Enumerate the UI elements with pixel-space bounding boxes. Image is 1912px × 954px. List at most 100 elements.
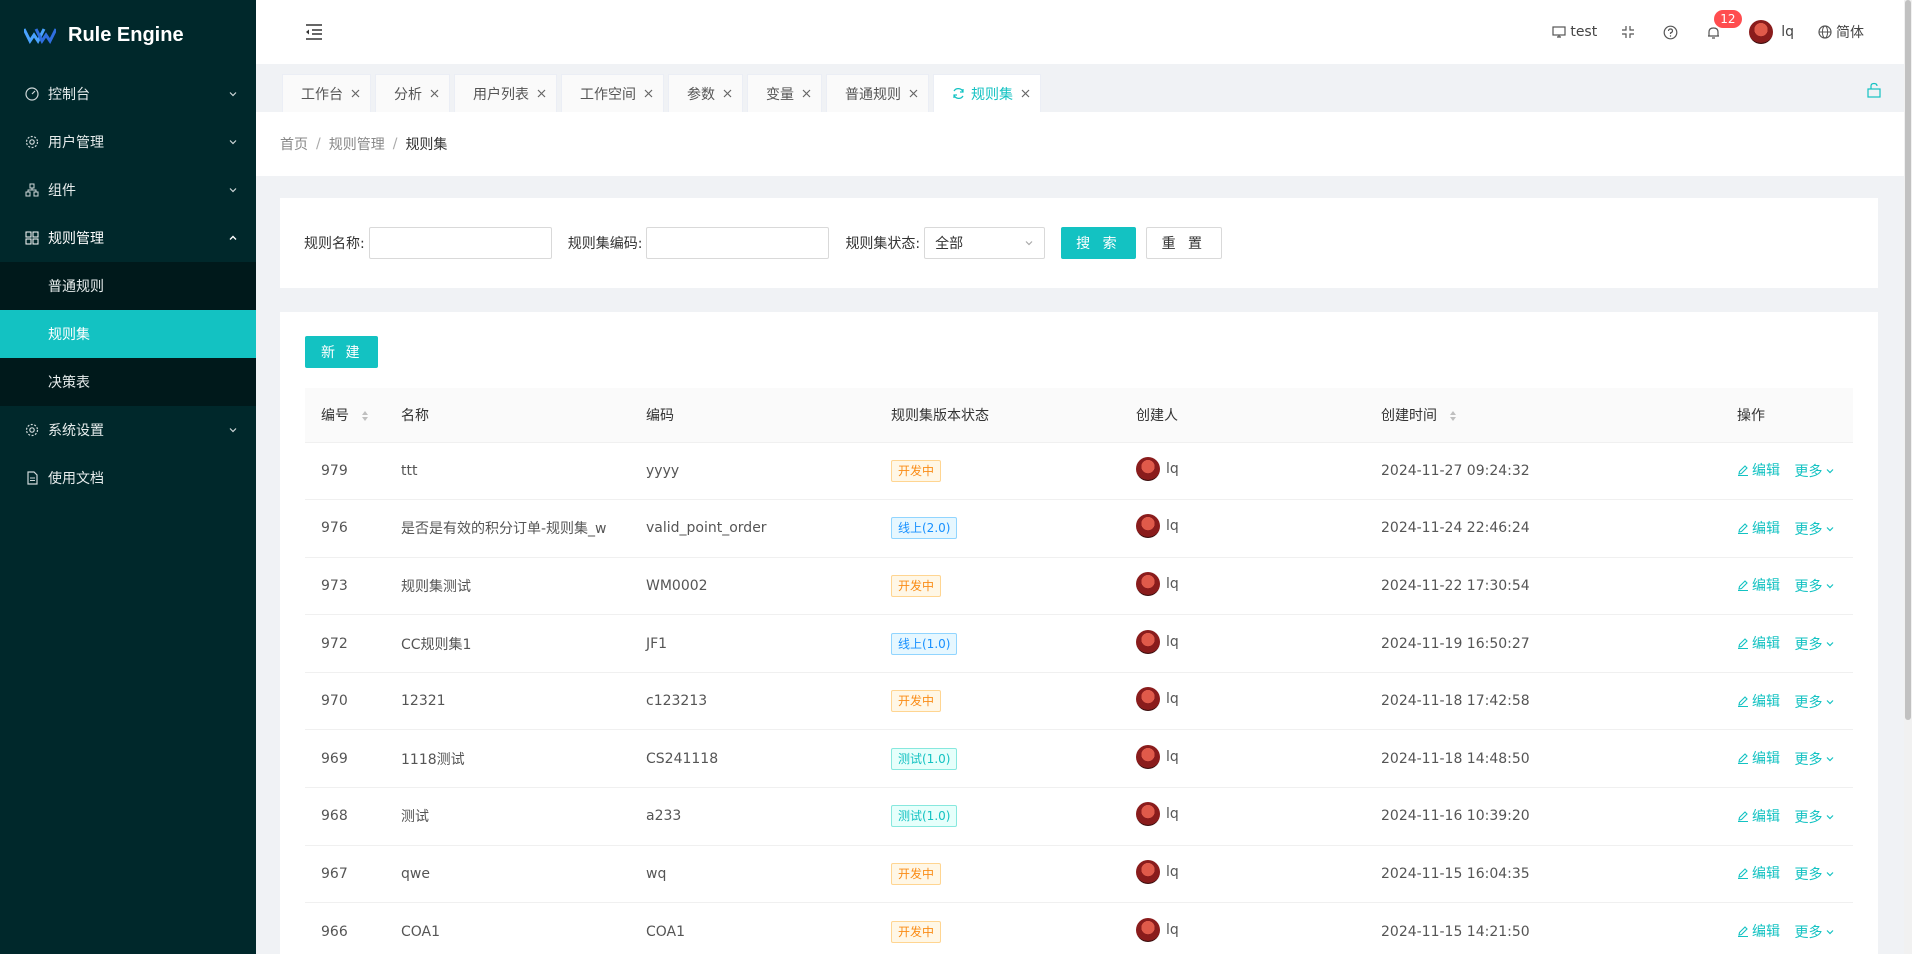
edit-link[interactable]: 编辑 xyxy=(1737,460,1780,480)
status-badge: 开发中 xyxy=(891,574,942,597)
tab-rule-sets[interactable]: 规则集 xyxy=(933,74,1041,112)
sort-icon[interactable] xyxy=(361,410,369,422)
close-icon[interactable] xyxy=(909,89,918,98)
submenu-rule-management: 普通规则 规则集 决策表 xyxy=(0,262,256,406)
rule-set-code-input[interactable] xyxy=(646,227,830,259)
creator-name: lq xyxy=(1166,633,1179,650)
close-icon[interactable] xyxy=(537,89,546,98)
cell-actions: 编辑 更多 xyxy=(1721,902,1853,954)
more-dropdown[interactable]: 更多 xyxy=(1794,461,1838,481)
more-label: 更多 xyxy=(1794,867,1823,884)
sidebar-item-label: 规则集 xyxy=(48,327,90,343)
language-switch[interactable]: 简体 xyxy=(1806,0,1876,64)
more-dropdown[interactable]: 更多 xyxy=(1794,692,1838,712)
sidebar-item-rule-management[interactable]: 规则管理 xyxy=(0,214,256,262)
avatar xyxy=(1136,917,1160,942)
scrollbar-thumb[interactable] xyxy=(1905,0,1911,720)
desktop-icon xyxy=(1552,26,1566,38)
column-label: 编码 xyxy=(646,407,674,424)
tab-workspace[interactable]: 工作空间 xyxy=(561,74,664,112)
sidebar-item-user-management[interactable]: 用户管理 xyxy=(0,118,256,166)
chevron-down-icon xyxy=(1827,757,1834,762)
close-icon[interactable] xyxy=(723,89,732,98)
tab-workbench[interactable]: 工作台 xyxy=(282,74,371,112)
more-dropdown[interactable]: 更多 xyxy=(1794,749,1838,769)
avatar xyxy=(1136,744,1160,769)
reset-button[interactable]: 重 置 xyxy=(1145,227,1223,259)
edit-link[interactable]: 编辑 xyxy=(1737,575,1780,595)
column-header-id[interactable]: 编号 xyxy=(305,388,385,443)
env-switch[interactable]: test xyxy=(1540,0,1609,64)
status-badge: 开发中 xyxy=(891,459,942,482)
sidebar-item-decision-tables[interactable]: 决策表 xyxy=(0,358,256,406)
breadcrumb-rule-management[interactable]: 规则管理 xyxy=(329,134,385,154)
rule-set-status-select[interactable]: 全部 xyxy=(924,227,1046,259)
more-dropdown[interactable]: 更多 xyxy=(1794,634,1838,654)
fullscreen-button[interactable] xyxy=(1609,0,1651,64)
table-row: 976 是否是有效的积分订单-规则集_w valid_point_order 线… xyxy=(305,499,1853,558)
edit-link[interactable]: 编辑 xyxy=(1737,921,1780,941)
sidebar-item-rule-sets[interactable]: 规则集 xyxy=(0,310,256,358)
chevron-down-icon xyxy=(1025,241,1033,246)
lock-icon[interactable] xyxy=(1866,82,1882,98)
sidebar-item-system-settings[interactable]: 系统设置 xyxy=(0,406,256,454)
tab-label: 普通规则 xyxy=(845,86,901,103)
more-dropdown[interactable]: 更多 xyxy=(1794,922,1838,942)
refresh-icon[interactable] xyxy=(952,87,965,100)
status-badge: 线上(2.0) xyxy=(891,517,958,540)
close-icon[interactable] xyxy=(802,89,811,98)
close-icon[interactable] xyxy=(1021,89,1030,98)
cell-actions: 编辑 更多 xyxy=(1721,672,1853,731)
cell-id: 972 xyxy=(305,614,385,673)
notification-button[interactable]: 12 xyxy=(1694,0,1742,64)
tab-normal-rules[interactable]: 普通规则 xyxy=(826,74,929,112)
edit-link[interactable]: 编辑 xyxy=(1737,518,1780,538)
more-label: 更多 xyxy=(1794,809,1823,826)
search-button[interactable]: 搜 索 xyxy=(1061,227,1136,259)
rule-name-input[interactable] xyxy=(368,227,552,259)
cell-id: 976 xyxy=(305,499,385,558)
sort-icon[interactable] xyxy=(1449,410,1457,422)
sidebar-item-dashboard[interactable]: 控制台 xyxy=(0,70,256,118)
help-button[interactable] xyxy=(1651,0,1694,64)
edit-label: 编辑 xyxy=(1752,463,1780,480)
cell-code: c123213 xyxy=(630,672,875,731)
edit-link[interactable]: 编辑 xyxy=(1737,748,1780,768)
status-badge: 开发中 xyxy=(891,920,942,943)
more-dropdown[interactable]: 更多 xyxy=(1794,864,1838,884)
edit-link[interactable]: 编辑 xyxy=(1737,806,1780,826)
creator: lq xyxy=(1136,687,1179,712)
tab-user-list[interactable]: 用户列表 xyxy=(454,74,557,112)
tab-analysis[interactable]: 分析 xyxy=(375,74,450,112)
edit-icon xyxy=(1738,753,1748,765)
menu-fold-icon[interactable] xyxy=(304,22,324,42)
cell-name: 规则集测试 xyxy=(385,557,630,616)
cell-creator: lq xyxy=(1120,499,1365,558)
close-icon[interactable] xyxy=(430,89,439,98)
cell-status: 开发中 xyxy=(875,557,1120,616)
more-dropdown[interactable]: 更多 xyxy=(1794,519,1838,539)
column-header-created[interactable]: 创建时间 xyxy=(1365,388,1721,443)
edit-link[interactable]: 编辑 xyxy=(1737,633,1780,653)
cell-creator: lq xyxy=(1120,442,1365,501)
new-button[interactable]: 新 建 xyxy=(305,336,379,368)
more-dropdown[interactable]: 更多 xyxy=(1794,576,1838,596)
close-icon[interactable] xyxy=(351,89,360,98)
edit-link[interactable]: 编辑 xyxy=(1737,691,1780,711)
creator-name: lq xyxy=(1166,691,1179,708)
page-scrollbar[interactable] xyxy=(1904,0,1912,954)
close-icon[interactable] xyxy=(644,89,653,98)
tab-variables[interactable]: 变量 xyxy=(747,74,822,112)
more-dropdown[interactable]: 更多 xyxy=(1794,807,1838,827)
cell-actions: 编辑 更多 xyxy=(1721,499,1853,558)
logo[interactable]: Rule Engine xyxy=(0,0,256,70)
user-menu[interactable]: lq xyxy=(1737,0,1806,64)
cell-code: a233 xyxy=(630,787,875,846)
sidebar-item-normal-rules[interactable]: 普通规则 xyxy=(0,262,256,310)
column-label: 规则集版本状态 xyxy=(891,407,989,424)
tab-parameters[interactable]: 参数 xyxy=(668,74,743,112)
breadcrumb-home[interactable]: 首页 xyxy=(280,134,308,154)
edit-link[interactable]: 编辑 xyxy=(1737,863,1780,883)
sidebar-item-components[interactable]: 组件 xyxy=(0,166,256,214)
sidebar-item-docs[interactable]: 使用文档 xyxy=(0,454,256,502)
